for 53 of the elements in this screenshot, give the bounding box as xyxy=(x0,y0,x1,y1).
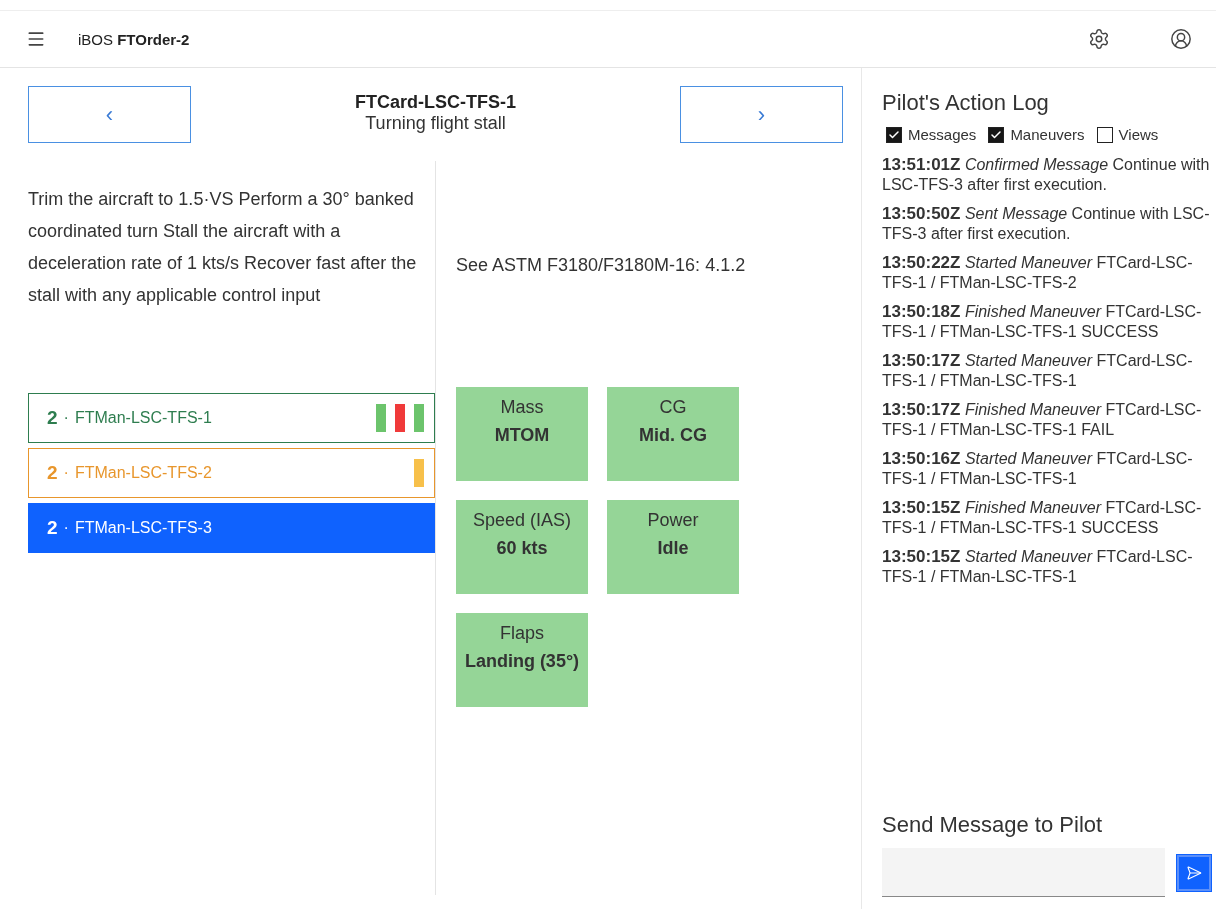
next-button[interactable]: › xyxy=(680,86,843,143)
parameter-value: MTOM xyxy=(494,426,550,444)
send-button[interactable] xyxy=(1177,855,1211,891)
separator: · xyxy=(63,409,69,427)
maneuver-number: 2 xyxy=(47,462,58,484)
log-entry: 13:50:15Z Started Maneuver FTCard-LSC-TFS-1 / FTMan-LSC-TFS-1 xyxy=(882,547,1194,587)
log-entry: 13:50:22Z Started Maneuver FTCard-LSC-TFS-1 / FTMan-LSC-TFS-2 xyxy=(882,253,1194,293)
parameter-value: Idle xyxy=(657,539,689,557)
log-entry: 13:50:17Z Finished Maneuver FTCard-LSC-TFS-1 / FTMan-LSC-TFS-1 FAIL xyxy=(882,400,1203,440)
maneuver-name: FTMan-LSC-TFS-2 xyxy=(74,464,213,482)
check-icon xyxy=(888,128,900,141)
card-description: Trim the aircraft to 1.5·VS Perform a 30° banked coordinated turn Stall the aircraft with a deceleration rate of 1 kts/s Recover fast after the stall with any applicable control input xyxy=(28,161,435,369)
filter-label: Views xyxy=(1118,126,1159,143)
card-name: Turning flight stall xyxy=(364,113,507,134)
log-entry: 13:50:18Z Finished Maneuver FTCard-LSC-TFS-1 / FTMan-LSC-TFS-1 SUCCESS xyxy=(882,302,1203,342)
maneuver-number: 2 xyxy=(47,517,58,539)
card-id: FTCard-LSC-TFS-1 xyxy=(354,92,517,113)
message-input[interactable] xyxy=(882,848,1165,897)
log-entry: 13:50:17Z Started Maneuver FTCard-LSC-TFS-1 / FTMan-LSC-TFS-1 xyxy=(882,351,1194,391)
maneuver-item[interactable]: 2 · FTMan-LSC-TFS-2 xyxy=(28,448,435,498)
send-icon xyxy=(1186,865,1202,881)
log-entry: 13:50:16Z Started Maneuver FTCard-LSC-TFS-1 / FTMan-LSC-TFS-1 xyxy=(882,449,1194,489)
log-title: Pilot's Action Log xyxy=(882,90,1050,116)
parameter-label: Flaps xyxy=(500,623,544,644)
user-icon[interactable] xyxy=(1170,28,1192,50)
maneuver-item[interactable]: 2 · FTMan-LSC-TFS-1 xyxy=(28,393,435,443)
maneuver-name: FTMan-LSC-TFS-3 xyxy=(74,519,213,537)
send-title: Send Message to Pilot xyxy=(882,812,1104,838)
separator: · xyxy=(63,464,69,482)
parameter-value: Landing (35°) xyxy=(464,652,580,670)
parameter-label: CG xyxy=(659,397,687,418)
parameter-label: Speed (IAS) xyxy=(472,510,572,531)
checkbox[interactable] xyxy=(988,126,1005,143)
app-title: iBOS FTOrder-2 xyxy=(78,30,191,48)
filter-label: Maneuvers xyxy=(1010,126,1085,143)
filter-label: Messages xyxy=(908,126,977,143)
previous-button[interactable]: ‹ xyxy=(28,86,191,143)
checkbox[interactable] xyxy=(886,126,902,143)
check-icon xyxy=(990,128,1003,141)
maneuver-name: FTMan-LSC-TFS-1 xyxy=(74,409,213,427)
parameter-value: 60 kts xyxy=(496,539,548,557)
maneuver-item[interactable]: 2 · FTMan-LSC-TFS-3 xyxy=(28,503,435,553)
reference-text: See ASTM F3180/F3180M-16: 4.1.2 xyxy=(456,253,747,277)
parameter-label: Mass xyxy=(500,397,544,418)
log-entry: 13:51:01Z Confirmed Message Continue with LSC-TFS-3 after first execution. xyxy=(882,155,1211,195)
maneuver-number: 2 xyxy=(47,407,58,429)
log-entry: 13:50:15Z Finished Maneuver FTCard-LSC-TFS-1 / FTMan-LSC-TFS-1 SUCCESS xyxy=(882,498,1203,538)
settings-icon[interactable] xyxy=(1088,28,1110,50)
parameter-value: Mid. CG xyxy=(639,426,707,444)
log-entry: 13:50:50Z Sent Message Continue with LSC-TFS-3 after first execution. xyxy=(882,204,1211,244)
separator: · xyxy=(63,519,69,537)
checkbox[interactable] xyxy=(1096,126,1113,143)
parameter-label: Power xyxy=(647,510,699,531)
